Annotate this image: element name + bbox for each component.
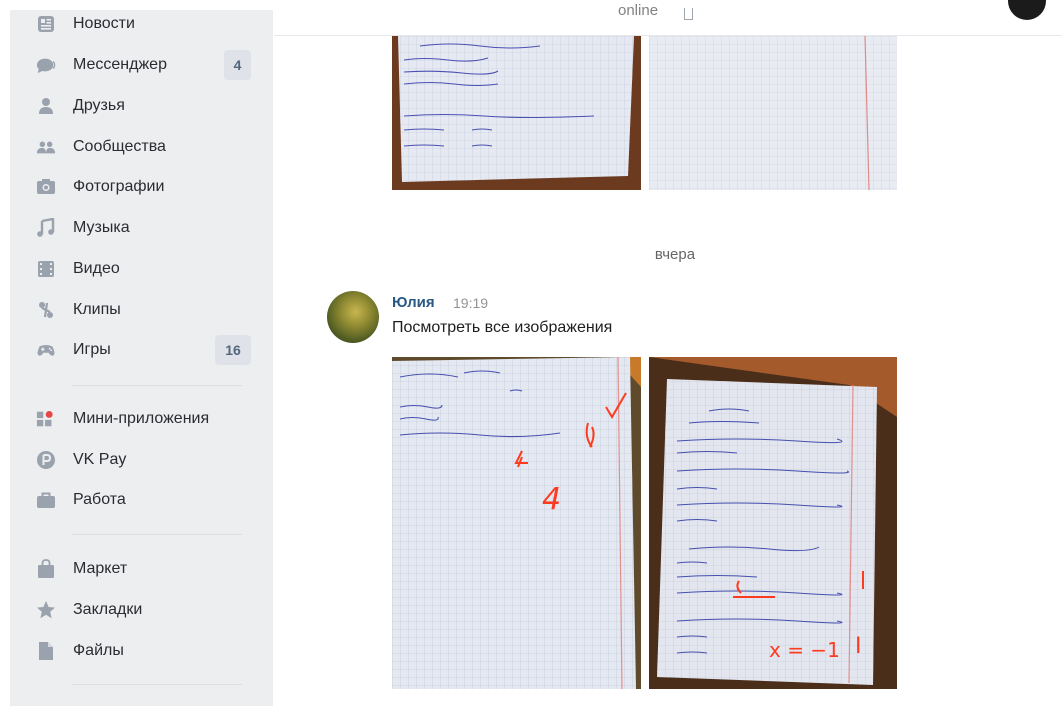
message-photo[interactable] <box>392 36 641 190</box>
sidebar-item-jobs[interactable]: Работа <box>10 480 273 520</box>
sidebar-item-label: Закладки <box>73 601 143 618</box>
file-icon <box>36 641 56 661</box>
message-icon <box>36 55 56 75</box>
sidebar-item-label: Сообщества <box>73 138 166 155</box>
sidebar-item-news[interactable]: Новости <box>10 4 273 44</box>
sidebar-item-photos[interactable]: Фотографии <box>10 167 273 207</box>
sidebar-item-music[interactable]: Музыка <box>10 208 273 248</box>
games-count-badge: 16 <box>215 335 251 365</box>
message-author[interactable]: Юлия <box>392 294 435 311</box>
tick-annotation: I <box>855 634 862 659</box>
sidebar-divider <box>72 534 242 535</box>
film-icon <box>36 259 56 279</box>
message-time[interactable]: 19:19 <box>453 295 488 311</box>
mobile-phone-icon <box>684 8 693 20</box>
vkpay-icon <box>36 450 56 470</box>
sidebar-item-games[interactable]: Игры 16 <box>10 330 273 370</box>
sidebar-item-files[interactable]: Файлы <box>10 631 273 671</box>
sidebar-item-vk-pay[interactable]: VK Pay <box>10 440 273 480</box>
sidebar-item-label: Клипы <box>73 301 121 318</box>
sidebar-divider <box>72 684 242 685</box>
message-photo[interactable] <box>649 36 897 190</box>
sidebar-item-messenger[interactable]: Мессенджер 4 <box>10 45 273 85</box>
sidebar-item-communities[interactable]: Сообщества <box>10 127 273 167</box>
sidebar-item-label: Файлы <box>73 642 124 659</box>
equation-annotation: x = −1 <box>769 638 840 662</box>
sidebar-item-bookmarks[interactable]: Закладки <box>10 590 273 630</box>
users-icon <box>36 137 56 157</box>
message-text: Посмотреть все изображения <box>392 319 613 336</box>
day-separator: вчера <box>654 246 696 263</box>
sidebar-item-label: Мессенджер <box>73 56 167 73</box>
apps-icon <box>36 409 56 429</box>
sidebar-item-video[interactable]: Видео <box>10 249 273 289</box>
sidebar-item-label: Мини-приложения <box>73 410 210 427</box>
sidebar-item-label: Фотографии <box>73 178 165 195</box>
sidebar-item-label: Музыка <box>73 219 130 236</box>
sidebar-item-mini-apps[interactable]: Мини-приложения <box>10 399 273 439</box>
sidebar-divider <box>72 385 242 386</box>
message-photo[interactable]: x = −1 I <box>649 357 897 689</box>
sidebar-item-market[interactable]: Маркет <box>10 549 273 589</box>
sidebar-item-label: Маркет <box>73 560 128 577</box>
sidebar-item-clips[interactable]: Клипы <box>10 290 273 330</box>
profile-avatar[interactable] <box>1008 0 1046 20</box>
shopping-bag-icon <box>36 559 56 579</box>
camera-icon <box>36 177 56 197</box>
sidebar-item-label: VK Pay <box>73 451 127 468</box>
sidebar-item-label: Работа <box>73 491 126 508</box>
message-photo[interactable]: 4 <box>392 357 641 689</box>
sidebar-item-label: Новости <box>73 15 135 32</box>
user-icon <box>36 96 56 116</box>
music-note-icon <box>36 218 56 238</box>
star-icon <box>36 600 56 620</box>
briefcase-icon <box>36 490 56 510</box>
sidebar-item-friends[interactable]: Друзья <box>10 86 273 126</box>
sidebar-item-label: Видео <box>73 260 120 277</box>
clips-icon <box>36 300 56 320</box>
news-icon <box>36 14 56 34</box>
left-sidebar: Новости Мессенджер 4 Друзья Сообщества Ф… <box>10 10 273 706</box>
grade-annotation: 4 <box>542 482 561 517</box>
sidebar-item-label: Игры <box>73 341 111 358</box>
unread-count-badge: 4 <box>224 50 251 80</box>
sender-avatar[interactable] <box>327 291 379 343</box>
gamepad-icon <box>36 340 56 360</box>
sidebar-item-label: Друзья <box>73 97 125 114</box>
online-status: online <box>618 2 659 19</box>
